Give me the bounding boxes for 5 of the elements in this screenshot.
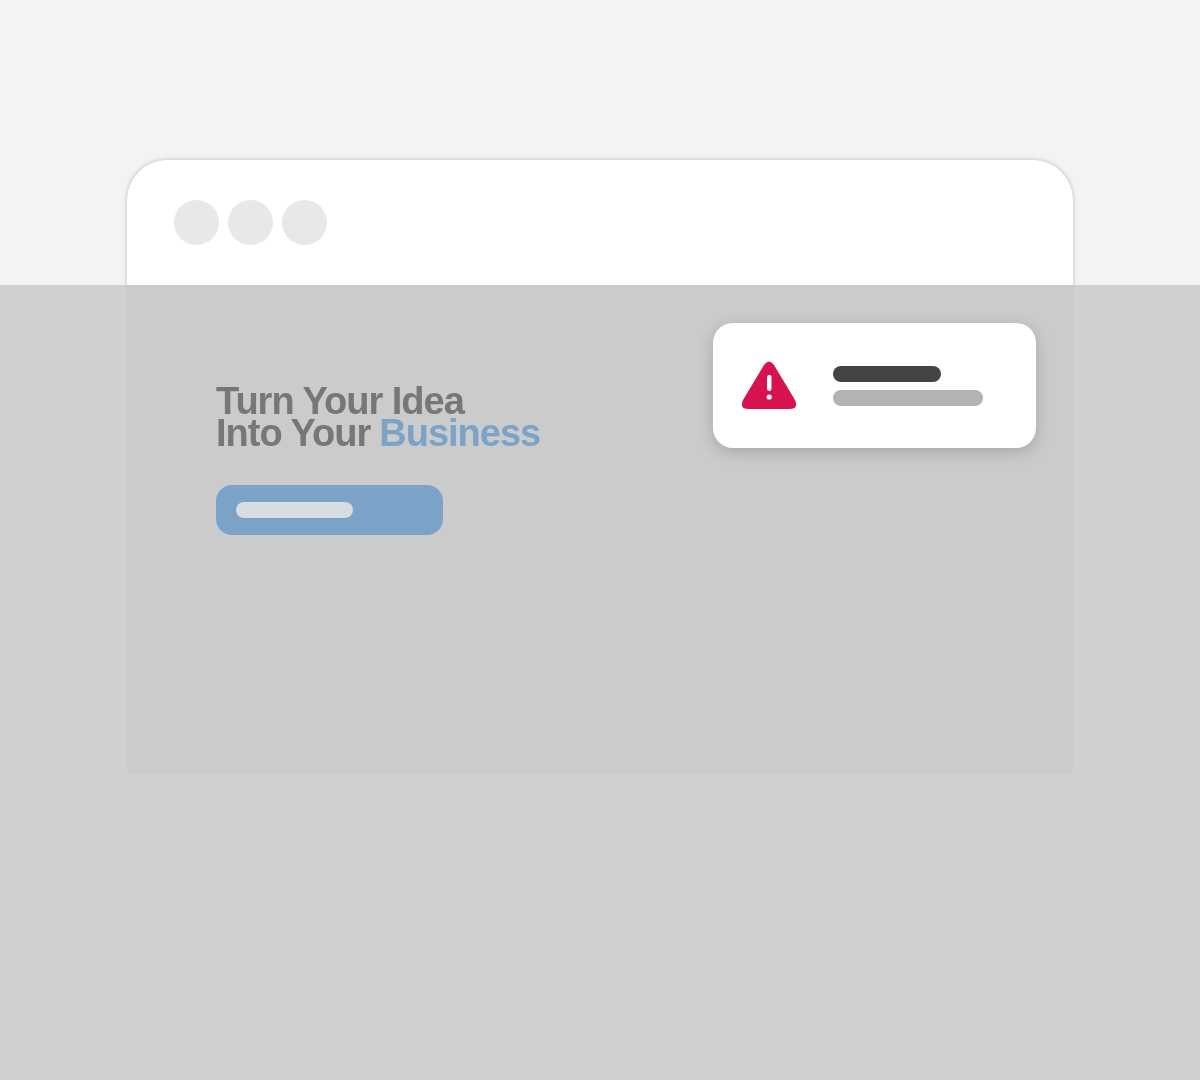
warning-icon — [741, 361, 797, 410]
highlighted-word: Business — [379, 417, 541, 449]
headline-text: Turn Your Idea — [216, 385, 464, 417]
headline-text: Into Your — [216, 417, 371, 449]
cta-button[interactable] — [216, 485, 443, 535]
